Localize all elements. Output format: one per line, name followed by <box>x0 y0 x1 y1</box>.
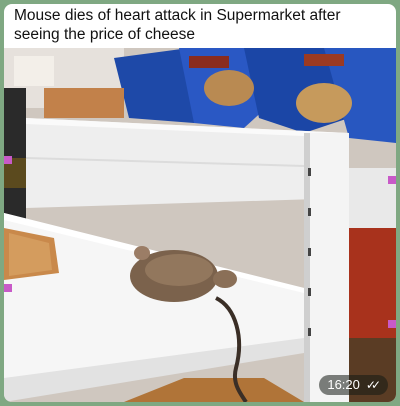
message-photo[interactable]: 16:20 ✓✓ <box>4 48 396 402</box>
message-time: 16:20 <box>327 377 360 392</box>
double-check-icon: ✓✓ <box>365 378 381 392</box>
message-bubble[interactable]: Mouse dies of heart attack in Supermarke… <box>4 4 396 402</box>
supermarket-shelf-scene <box>4 48 396 402</box>
message-caption: Mouse dies of heart attack in Supermarke… <box>14 7 341 43</box>
message-time-badge: 16:20 ✓✓ <box>319 375 388 395</box>
